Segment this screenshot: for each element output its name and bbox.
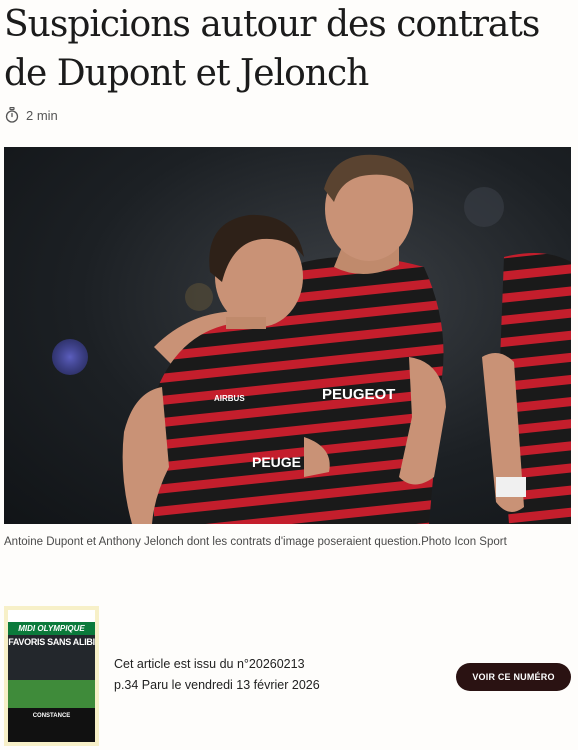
issue-date: p.34 Paru le vendredi 13 février 2026 <box>114 678 320 692</box>
player-dupont: PEUGE AIRBUS <box>122 214 330 524</box>
player-right-partial <box>482 253 571 524</box>
bokeh-light <box>52 339 88 375</box>
cover-brand: MIDI OLYMPIQUE <box>8 622 95 635</box>
photo-caption: Antoine Dupont et Anthony Jelonch dont l… <box>4 536 507 548</box>
issue-number: Cet article est issu du n°20260213 <box>114 657 305 671</box>
read-time-label: 2 min <box>26 107 58 123</box>
article-photo[interactable]: PEUGEOT PEUGE AIRBUS <box>4 147 571 524</box>
cover-bottom-text: CONSTANCE <box>8 708 95 742</box>
view-issue-button[interactable]: VOIR CE NUMÉRO <box>456 663 571 691</box>
read-time: 2 min <box>5 105 58 125</box>
magazine-cover-thumbnail[interactable]: MIDI OLYMPIQUE FAVORIS SANS ALIBI CONSTA… <box>4 606 99 746</box>
cover-headline: FAVORIS SANS ALIBI <box>8 637 95 647</box>
jersey-sponsor-back: PEUGEOT <box>322 386 395 403</box>
jersey-sponsor-front: PEUGE <box>252 454 301 470</box>
sleeve-sponsor: AIRBUS <box>214 394 245 403</box>
issue-info: Cet article est issu du n°20260213 p.34 … <box>114 654 414 696</box>
article-title-line2: de Dupont et Jelonch <box>4 53 369 94</box>
article-title-line1: Suspicions autour des contrats <box>4 4 540 45</box>
article-title: Suspicions autour des contrats de Dupont… <box>4 0 574 98</box>
stopwatch-icon <box>5 107 19 123</box>
